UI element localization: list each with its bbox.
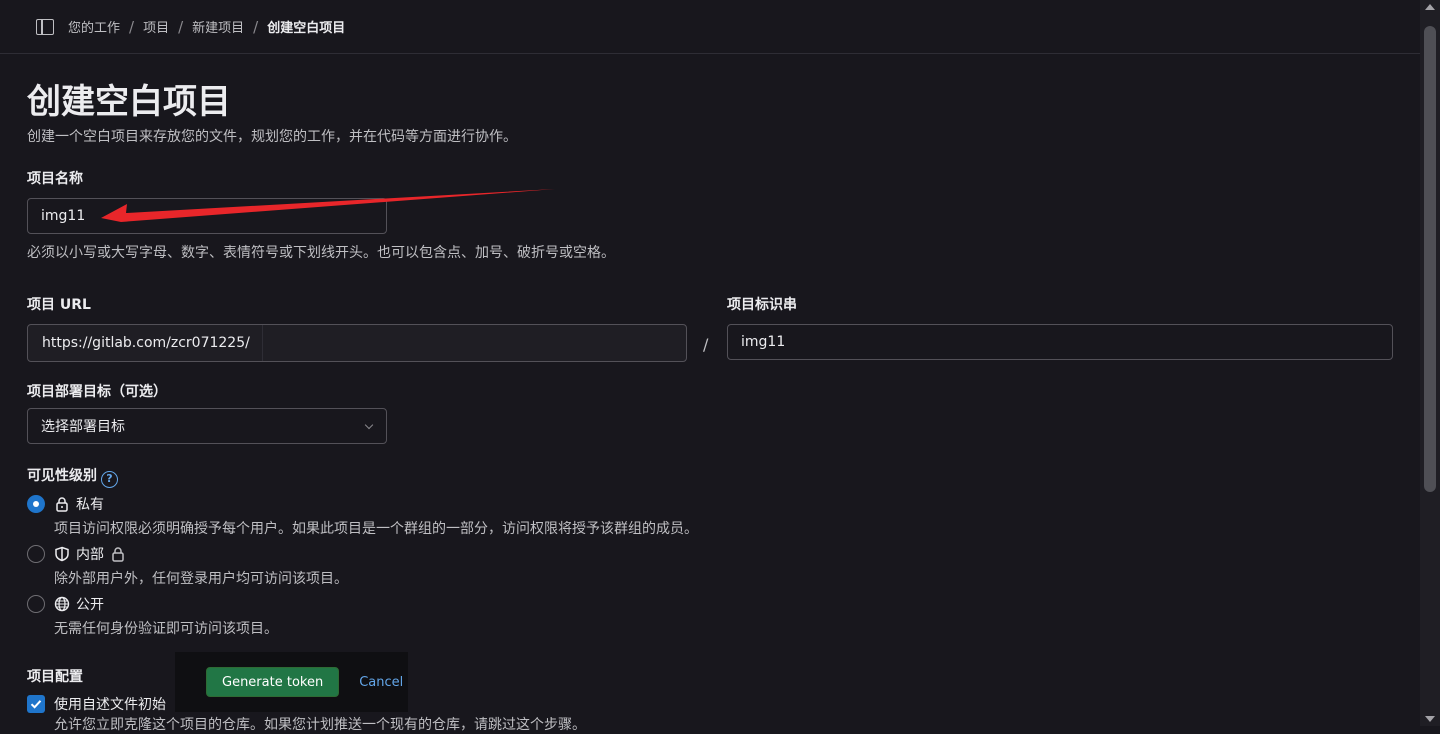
generate-token-button[interactable]: Generate token	[206, 667, 340, 697]
visibility-internal-option[interactable]: 内部	[54, 544, 132, 564]
project-slug-label: 项目标识串	[727, 297, 797, 313]
check-icon	[30, 700, 42, 709]
deploy-target-selected: 选择部署目标	[41, 419, 125, 435]
project-name-help: 必须以小写或大写字母、数字、表情符号或下划线开头。也可以包含点、加号、破折号或空…	[27, 245, 615, 261]
breadcrumb-your-work[interactable]: 您的工作	[68, 17, 120, 36]
breadcrumb-new-project[interactable]: 新建项目	[192, 17, 244, 36]
breadcrumb-separator: /	[129, 17, 135, 36]
visibility-label: 可见性级别?	[27, 465, 118, 488]
page-scrollbar[interactable]	[1420, 0, 1440, 726]
lock-icon	[56, 497, 68, 512]
readme-checkbox[interactable]	[27, 695, 45, 713]
deploy-target-select[interactable]: 选择部署目标	[27, 408, 387, 444]
visibility-internal-description: 除外部用户外，任何登录用户均可访问该项目。	[54, 571, 348, 587]
chevron-down-icon	[364, 420, 374, 430]
project-url-prefix: https://gitlab.com/zcr071225/	[42, 335, 250, 351]
readme-label[interactable]: 使用自述文件初始	[54, 694, 166, 714]
readme-description: 允许您立即克隆这个项目的仓库。如果您计划推送一个现有的仓库，请跳过这个步骤。	[54, 717, 586, 733]
question-circle-icon[interactable]: ?	[101, 471, 118, 488]
visibility-private-label: 私有	[76, 497, 104, 513]
visibility-public-radio[interactable]	[27, 595, 45, 613]
cancel-button[interactable]: Cancel	[359, 675, 403, 690]
visibility-private-option[interactable]: 私有	[54, 494, 104, 514]
project-config-label: 项目配置	[27, 669, 83, 685]
visibility-public-option[interactable]: 公开	[54, 594, 104, 614]
earth-icon	[54, 596, 70, 612]
page-subtitle: 创建一个空白项目来存放您的文件，规划您的工作，并在代码等方面进行协作。	[27, 129, 517, 145]
shield-icon	[55, 546, 69, 562]
sidebar-toggle-icon[interactable]	[36, 18, 54, 35]
visibility-private-description: 项目访问权限必须明确授予每个用户。如果此项目是一个群组的一部分，访问权限将授予该…	[54, 521, 698, 537]
form-actions-bar: Generate token Cancel	[175, 652, 408, 712]
visibility-internal-radio[interactable]	[27, 545, 45, 563]
visibility-public-label: 公开	[76, 597, 104, 613]
lock-icon	[112, 547, 124, 562]
project-url-label: 项目 URL	[27, 297, 91, 313]
deploy-target-label: 项目部署目标（可选）	[27, 384, 167, 400]
scroll-down-arrow-icon[interactable]	[1425, 716, 1435, 722]
url-slash: /	[703, 335, 709, 354]
visibility-public-description: 无需任何身份验证即可访问该项目。	[54, 621, 278, 637]
scroll-up-arrow-icon[interactable]	[1425, 4, 1435, 10]
visibility-internal-label: 内部	[76, 547, 104, 563]
visibility-label-text: 可见性级别	[27, 468, 97, 484]
project-url-input[interactable]: https://gitlab.com/zcr071225/	[27, 324, 687, 362]
project-name-input[interactable]	[27, 198, 387, 234]
breadcrumb-separator: /	[178, 17, 184, 36]
breadcrumb-current: 创建空白项目	[267, 21, 346, 36]
top-bar: 您的工作 / 项目 / 新建项目 / 创建空白项目	[0, 0, 1420, 54]
visibility-private-radio[interactable]	[27, 495, 45, 513]
page-title: 创建空白项目	[27, 82, 231, 122]
breadcrumb-projects[interactable]: 项目	[143, 17, 169, 36]
breadcrumb-separator: /	[253, 17, 259, 36]
project-slug-input[interactable]	[727, 324, 1393, 360]
prefix-divider	[262, 325, 263, 361]
project-name-label: 项目名称	[27, 171, 83, 187]
scrollbar-thumb[interactable]	[1424, 26, 1436, 492]
breadcrumb: 您的工作 / 项目 / 新建项目 / 创建空白项目	[68, 17, 346, 37]
